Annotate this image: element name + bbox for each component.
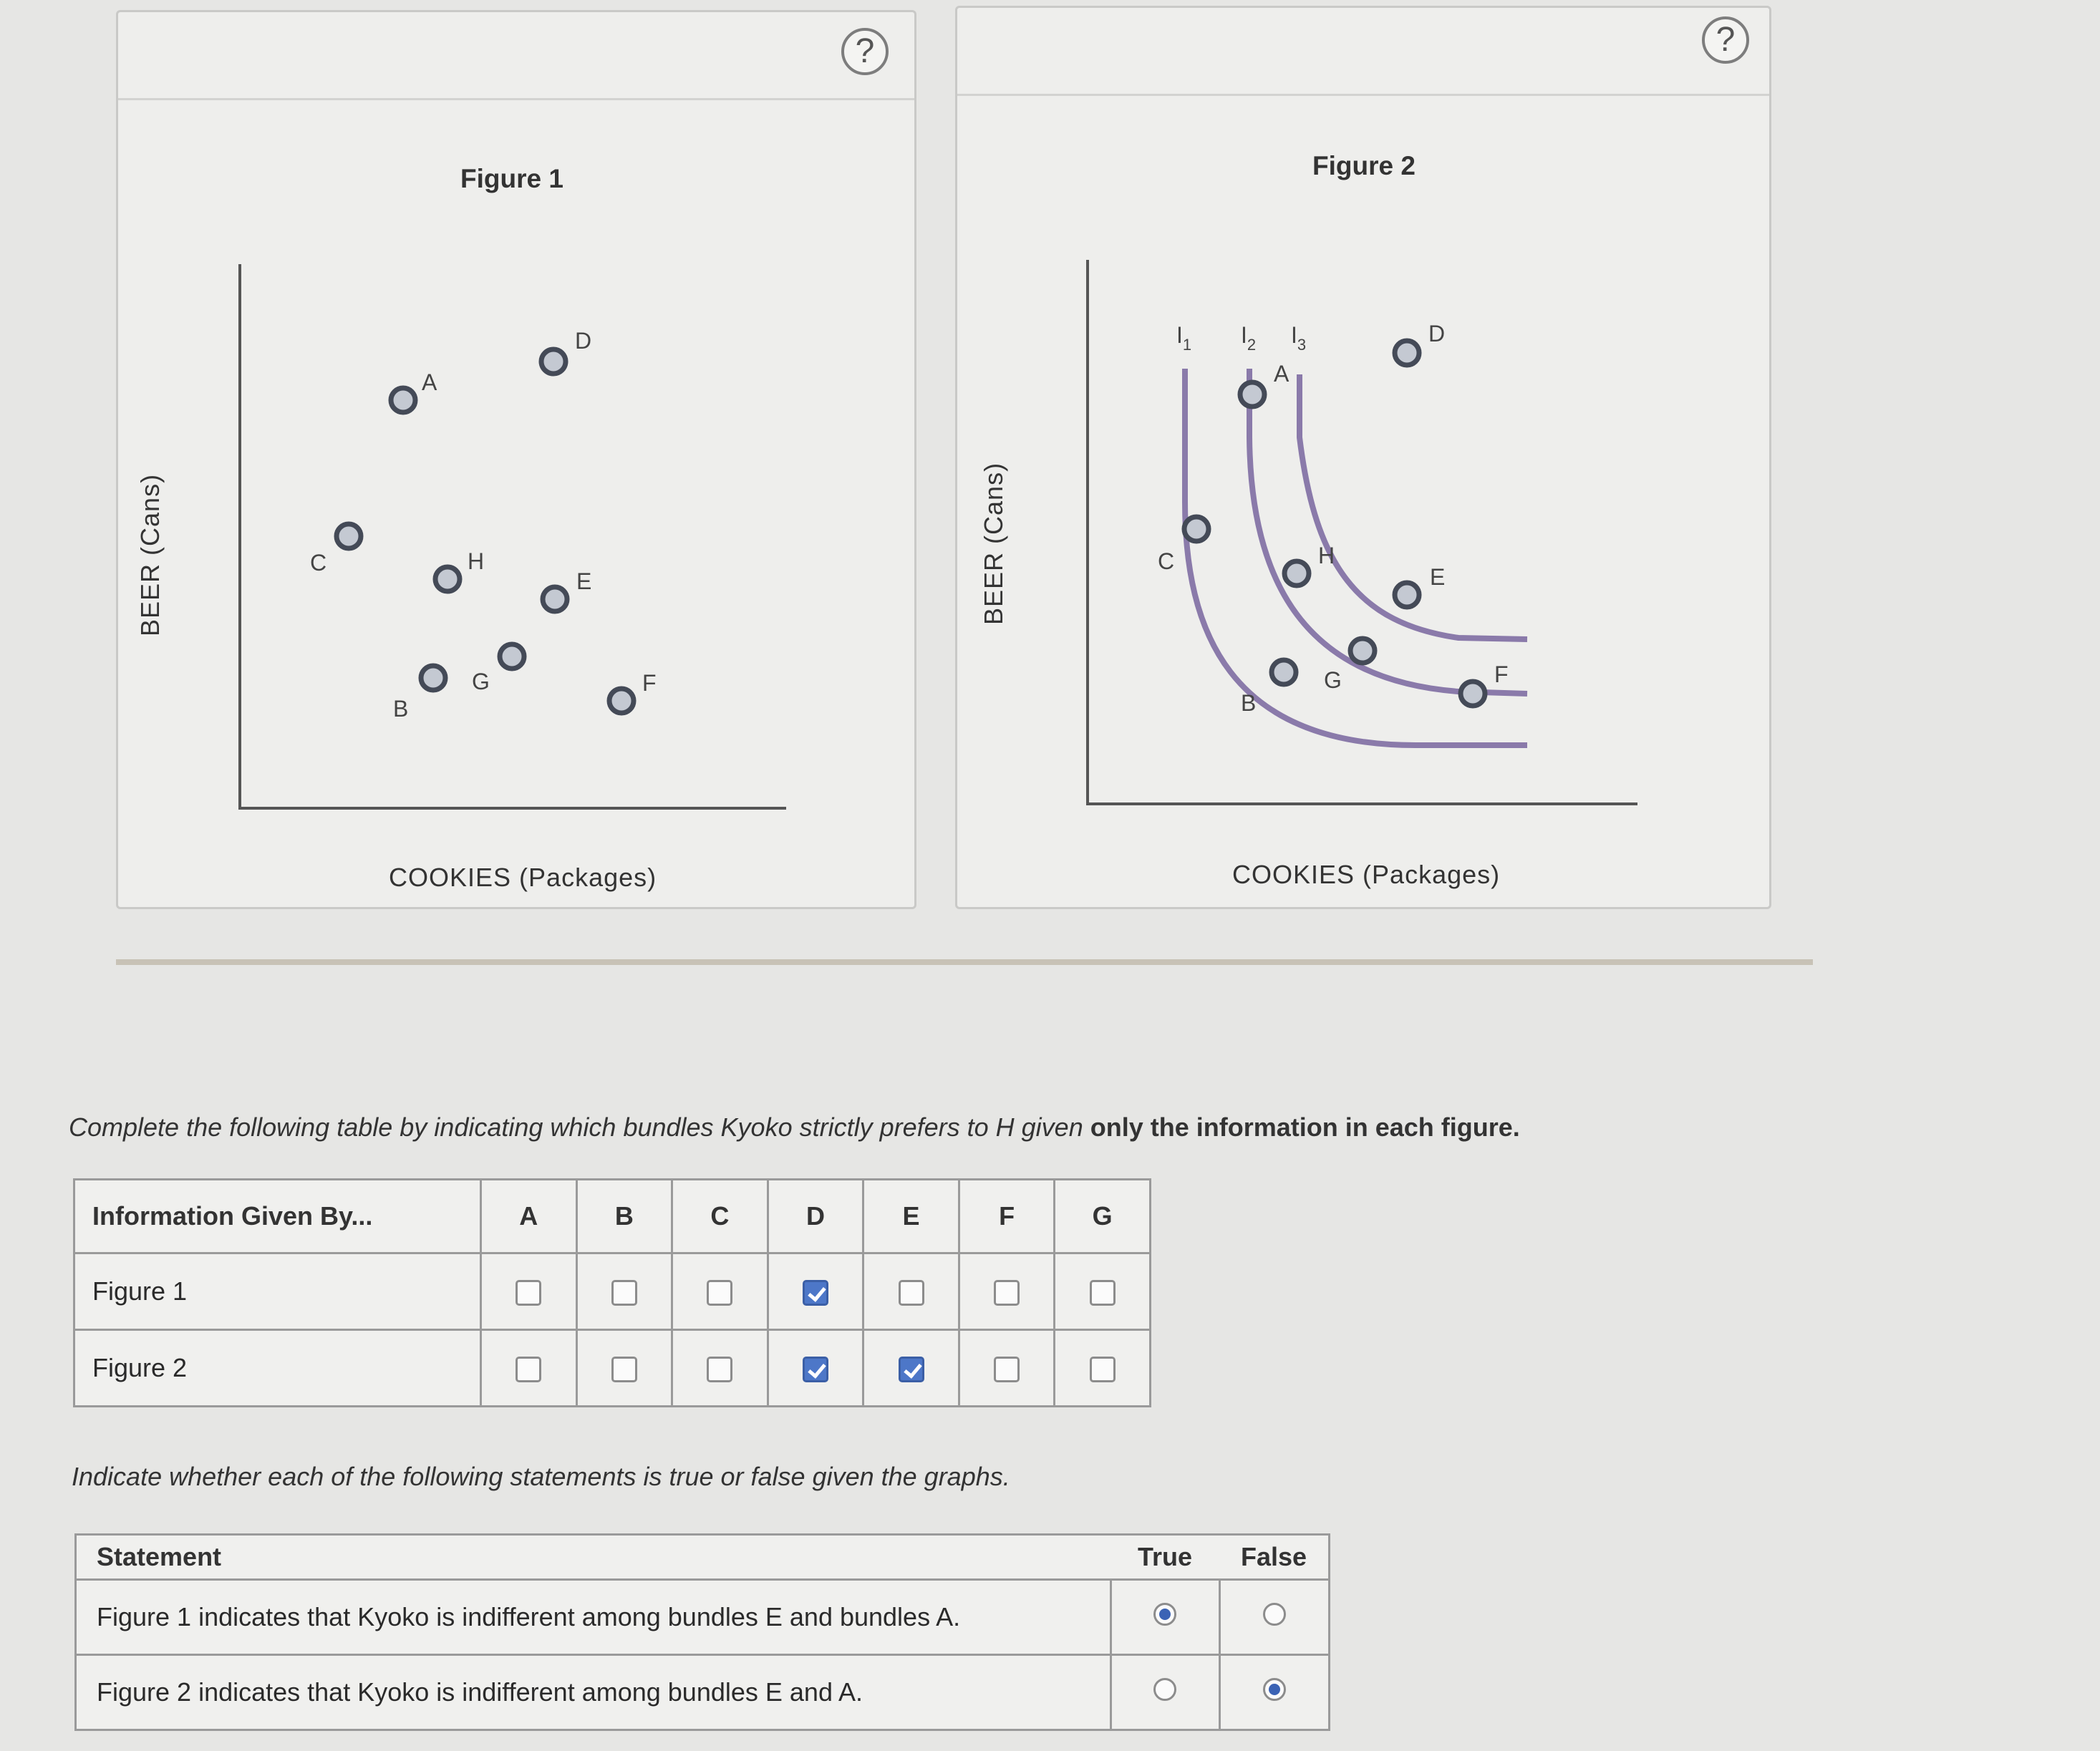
point-h-label: H	[1318, 543, 1335, 568]
header-false: False	[1219, 1533, 1330, 1581]
table-row: Figure 1 indicates that Kyoko is indiffe…	[74, 1578, 1330, 1656]
figure1-plot: A D C H E G B F	[238, 264, 786, 810]
point-c[interactable]	[1181, 514, 1211, 544]
row-label-figure2: Figure 2	[73, 1329, 482, 1407]
column-header-c: C	[671, 1178, 769, 1254]
column-header-b: B	[575, 1178, 674, 1254]
point-h[interactable]	[1282, 558, 1312, 588]
point-b-label: B	[1241, 690, 1256, 716]
checkbox-figure1-c[interactable]	[707, 1280, 733, 1306]
checkbox-figure2-f[interactable]	[994, 1357, 1020, 1383]
radio-false-row2[interactable]	[1262, 1678, 1286, 1701]
statements-table-header: Statement True False	[74, 1533, 1330, 1581]
point-e[interactable]	[540, 584, 570, 614]
checkbox-figure2-d[interactable]	[802, 1357, 828, 1383]
point-b-label: B	[393, 696, 408, 722]
statement-text: Figure 1 indicates that Kyoko is indiffe…	[74, 1578, 1112, 1656]
point-a[interactable]	[388, 385, 418, 415]
curve-i1-label: I1	[1176, 322, 1191, 354]
point-f[interactable]	[1458, 679, 1488, 709]
table-row: Figure 1	[73, 1252, 1151, 1331]
point-f[interactable]	[606, 686, 637, 716]
point-g-label: G	[472, 669, 490, 694]
figure2-panel: ? Figure 2 BEER (Cans) COOKIES (Packages…	[955, 6, 1771, 909]
point-g[interactable]	[497, 641, 527, 671]
radio-true-row1[interactable]	[1153, 1603, 1176, 1626]
radio-true-row2[interactable]	[1153, 1678, 1176, 1701]
statements-table: Statement True False Figure 1 indicates …	[74, 1533, 1330, 1731]
table-row: Figure 2	[73, 1329, 1151, 1407]
preferences-table: Information Given By... A B C D E F G Fi…	[73, 1178, 1151, 1407]
column-header-e: E	[862, 1178, 960, 1254]
row-label-figure1: Figure 1	[73, 1252, 482, 1331]
point-a-label: A	[1274, 361, 1289, 387]
point-e-label: E	[1430, 564, 1445, 590]
figure2-plot: I1 I2 I3 A D C H E B G F	[1086, 260, 1637, 805]
column-header-a: A	[480, 1178, 578, 1254]
point-g-label: G	[1324, 667, 1342, 693]
column-header-f: F	[957, 1178, 1056, 1254]
instruction-preferences: Complete the following table by indicati…	[69, 1112, 1520, 1143]
checkbox-figure1-e[interactable]	[898, 1280, 924, 1306]
point-d-label: D	[1428, 321, 1445, 346]
header-true: True	[1111, 1533, 1219, 1581]
point-g[interactable]	[1347, 636, 1378, 666]
checkbox-figure2-a[interactable]	[516, 1357, 542, 1383]
radio-false-row1[interactable]	[1262, 1603, 1286, 1626]
checkbox-figure1-d[interactable]	[802, 1280, 828, 1306]
point-d[interactable]	[1392, 338, 1422, 368]
point-h-label: H	[468, 548, 484, 574]
statement-text: Figure 2 indicates that Kyoko is indiffe…	[74, 1654, 1112, 1731]
checkbox-figure1-g[interactable]	[1089, 1280, 1116, 1306]
point-h[interactable]	[432, 564, 463, 594]
point-b[interactable]	[1269, 657, 1299, 687]
curve-i2-label: I2	[1241, 322, 1256, 354]
checkbox-figure2-b[interactable]	[611, 1357, 637, 1383]
instruction-true-false: Indicate whether each of the following s…	[72, 1462, 1010, 1491]
column-header-d: D	[766, 1178, 865, 1254]
point-c-label: C	[310, 550, 326, 576]
point-f-label: F	[1494, 661, 1509, 687]
header-statement: Statement	[74, 1533, 1111, 1581]
checkbox-figure1-a[interactable]	[516, 1280, 542, 1306]
checkbox-figure2-e[interactable]	[898, 1357, 924, 1383]
figure1-axes	[238, 264, 786, 810]
instruction-preferences-emphasis: only the information in each figure.	[1090, 1112, 1520, 1142]
table-row: Figure 2 indicates that Kyoko is indiffe…	[74, 1654, 1330, 1731]
point-e-label: E	[576, 568, 591, 594]
figure1-panel: ? Figure 1 BEER (Cans) COOKIES (Packages…	[116, 10, 916, 909]
checkbox-figure2-g[interactable]	[1089, 1357, 1116, 1383]
checkbox-figure1-b[interactable]	[611, 1280, 637, 1306]
section-divider	[116, 959, 1813, 965]
indifference-curve-i2	[1247, 369, 1528, 697]
preferences-table-header: Information Given By... A B C D E F G	[73, 1178, 1151, 1254]
point-d-label: D	[575, 328, 591, 354]
point-a-label: A	[422, 369, 437, 395]
point-f-label: F	[642, 670, 657, 696]
point-d[interactable]	[538, 346, 568, 377]
point-a[interactable]	[1237, 379, 1267, 409]
checkbox-figure2-c[interactable]	[707, 1357, 733, 1383]
instruction-preferences-text: Complete the following table by indicati…	[69, 1112, 1090, 1142]
curve-i3-label: I3	[1291, 322, 1306, 354]
point-e[interactable]	[1392, 580, 1422, 610]
point-c[interactable]	[334, 521, 364, 551]
checkbox-figure1-f[interactable]	[994, 1280, 1020, 1306]
point-c-label: C	[1158, 548, 1174, 574]
point-b[interactable]	[418, 663, 448, 693]
figure2-axes	[1086, 260, 1637, 805]
column-header-g: G	[1053, 1178, 1151, 1254]
header-information-given-by: Information Given By...	[73, 1178, 482, 1254]
